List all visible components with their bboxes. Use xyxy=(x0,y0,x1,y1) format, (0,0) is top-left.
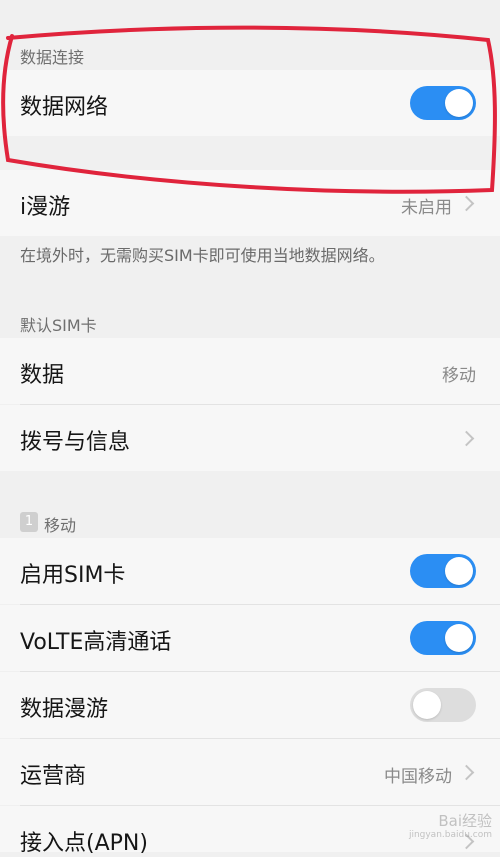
volte-toggle[interactable] xyxy=(410,621,476,655)
carrier-value: 中国移动 xyxy=(384,767,452,787)
roaming-row[interactable]: i漫游 未启用 xyxy=(0,170,500,236)
toggle-knob xyxy=(445,89,473,117)
enable-sim-label: 启用SIM卡 xyxy=(20,563,126,588)
chevron-right-icon xyxy=(458,195,475,212)
chevron-right-icon xyxy=(458,430,475,447)
toggle-knob xyxy=(445,557,473,585)
data-roaming-row[interactable]: 数据漫游 xyxy=(0,672,500,738)
enable-sim-row[interactable]: 启用SIM卡 xyxy=(0,538,500,604)
mobile-data-toggle[interactable] xyxy=(410,86,476,120)
volte-label: VoLTE高清通话 xyxy=(20,630,172,655)
section-title: 数据连接 xyxy=(20,48,85,67)
section-title: 移动 xyxy=(44,516,77,535)
section-header-data-connection: 数据连接 xyxy=(0,44,500,68)
section-header-sim1: 移动 xyxy=(0,512,500,536)
mobile-data-label: 数据网络 xyxy=(20,95,109,120)
default-data-value: 移动 xyxy=(442,366,476,386)
roaming-value: 未启用 xyxy=(401,198,452,218)
chevron-right-icon xyxy=(458,764,475,781)
carrier-label: 运营商 xyxy=(20,764,87,789)
default-data-sim-row[interactable]: 数据 移动 xyxy=(0,338,500,404)
toggle-knob xyxy=(413,691,441,719)
default-data-label: 数据 xyxy=(20,363,65,388)
toggle-knob xyxy=(445,624,473,652)
carrier-row[interactable]: 运营商 中国移动 xyxy=(0,739,500,805)
data-roaming-label: 数据漫游 xyxy=(20,697,109,722)
enable-sim-toggle[interactable] xyxy=(410,554,476,588)
watermark-subtext: jingyan.baidu.com xyxy=(408,830,492,840)
apn-label: 接入点(APN) xyxy=(20,831,148,856)
roaming-label: i漫游 xyxy=(20,195,71,220)
section-header-default-sim: 默认SIM卡 xyxy=(0,312,500,336)
data-roaming-toggle[interactable] xyxy=(410,688,476,722)
volte-row[interactable]: VoLTE高清通话 xyxy=(0,605,500,671)
roaming-note: 在境外时，无需购买SIM卡即可使用当地数据网络。 xyxy=(20,246,385,265)
baidu-watermark: Bai经验 jingyan.baidu.com xyxy=(409,814,492,842)
section-title: 默认SIM卡 xyxy=(20,316,97,335)
mobile-data-row[interactable]: 数据网络 xyxy=(0,70,500,136)
calls-messages-label: 拨号与信息 xyxy=(20,430,131,455)
calls-messages-row[interactable]: 拨号与信息 xyxy=(0,405,500,471)
